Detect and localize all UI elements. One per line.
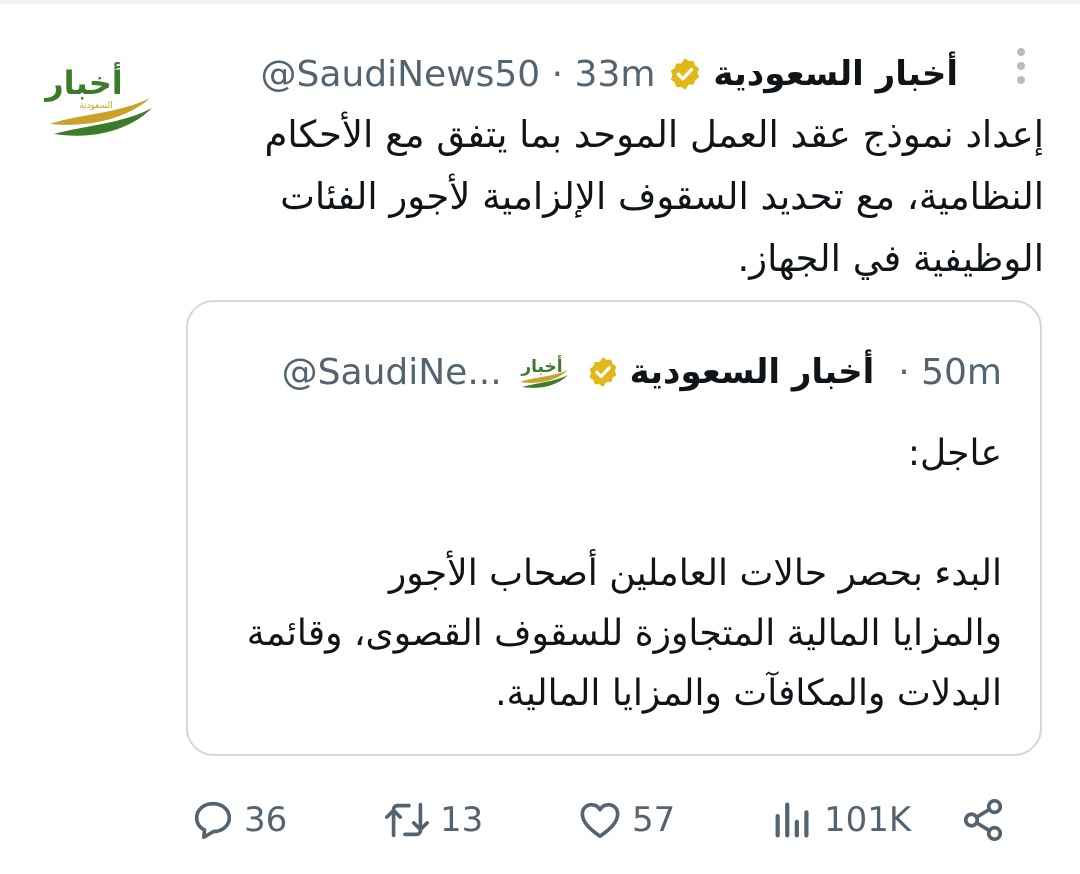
- tweet-action-bar: 36 13 57 101K: [0, 790, 1080, 850]
- logo-subtext: السعودية: [79, 101, 113, 111]
- tweet-header: أخبار السعودية @SaudiNews50 · 33m: [261, 48, 958, 100]
- quoted-heading: عاجل:: [907, 433, 1002, 474]
- author-display-name[interactable]: أخبار السعودية: [713, 54, 958, 94]
- tweet-text-line: النظامية، مع تحديد السقوف الإلزامية لأجو…: [280, 175, 1044, 218]
- share-icon: [963, 799, 1003, 841]
- tweet-text-line: إعداد نموذج عقد العمل الموحد بما يتفق مع…: [264, 113, 1044, 156]
- like-button[interactable]: 57: [576, 790, 675, 850]
- quoted-text-line: البدء بحصر حالات العاملين أصحاب الأجور: [388, 553, 1002, 594]
- quoted-verified-badge-icon: [586, 355, 620, 389]
- top-divider: [0, 0, 1080, 4]
- retweet-count: 13: [440, 800, 484, 840]
- saudi-news-logo-icon: أخبار السعودية: [43, 62, 152, 136]
- quoted-tweet-card[interactable]: · 50m أخبار السعودية أخبار @SaudiNe... ع…: [186, 300, 1042, 756]
- quoted-logo-text: أخبار: [520, 355, 562, 377]
- more-options-icon[interactable]: [1010, 46, 1032, 86]
- saudi-news-logo-small-icon: أخبار: [519, 355, 568, 388]
- views-button[interactable]: 101K: [770, 790, 911, 850]
- like-count: 57: [632, 800, 676, 840]
- retweet-icon: [385, 802, 429, 838]
- views-count: 101K: [824, 800, 912, 840]
- reply-count: 36: [244, 800, 288, 840]
- quoted-author-display-name[interactable]: أخبار السعودية: [630, 352, 875, 392]
- quoted-text-line: والمزايا المالية المتجاوزة للسقوف القصوى…: [246, 613, 1002, 654]
- tweet-text: إعداد نموذج عقد العمل الموحد بما يتفق مع…: [224, 104, 1044, 290]
- quoted-author-avatar[interactable]: أخبار: [516, 352, 572, 392]
- quoted-text-line: البدلات والمكافآت والمزايا المالية.: [495, 673, 1002, 714]
- reply-button[interactable]: 36: [190, 790, 287, 850]
- quoted-tweet-header: · 50m أخبار السعودية أخبار @SaudiNe...: [282, 346, 1002, 398]
- heart-icon: [580, 802, 620, 839]
- author-handle-and-time[interactable]: @SaudiNews50 · 33m: [261, 54, 656, 95]
- logo-text: أخبار: [43, 62, 123, 102]
- retweet-button[interactable]: 13: [382, 790, 483, 850]
- verified-badge-icon[interactable]: [667, 56, 703, 92]
- tweet-text-line: الوظيفية في الجهاز.: [737, 237, 1044, 280]
- quoted-author-handle[interactable]: @SaudiNe...: [282, 352, 502, 393]
- views-chart-icon: [775, 802, 809, 838]
- quoted-time[interactable]: · 50m: [898, 352, 1002, 393]
- author-avatar[interactable]: أخبار السعودية: [38, 58, 162, 150]
- share-button[interactable]: [960, 790, 1006, 850]
- reply-icon: [194, 801, 232, 840]
- quoted-tweet-text: عاجل: البدء بحصر حالات العاملين أصحاب ال…: [222, 424, 1002, 724]
